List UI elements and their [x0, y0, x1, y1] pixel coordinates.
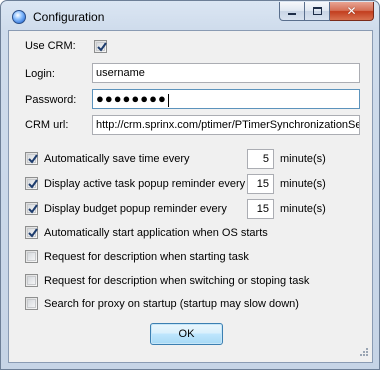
- password-field[interactable]: ●●●●●●●●: [92, 89, 360, 109]
- resize-grip-icon[interactable]: [357, 347, 369, 359]
- active-task-reminder-checkbox[interactable]: [25, 177, 38, 190]
- proxy-search-checkbox[interactable]: [25, 297, 38, 310]
- text-caret: [167, 93, 169, 107]
- minimize-button[interactable]: [279, 2, 305, 21]
- close-icon: ✕: [346, 4, 357, 18]
- maximize-button[interactable]: [305, 2, 330, 21]
- check-icon: [28, 204, 38, 214]
- check-icon: [28, 179, 38, 189]
- auto-save-unit-label: minute(s): [280, 153, 326, 165]
- check-icon: [97, 42, 107, 52]
- auto-save-checkbox[interactable]: [25, 152, 38, 165]
- crm-url-field[interactable]: http://crm.sprinx.com/ptimer/PTimerSynch…: [92, 115, 360, 135]
- description-on-start-checkbox[interactable]: [25, 250, 38, 263]
- auto-start-label: Automatically start application when OS …: [44, 227, 268, 239]
- minimize-icon: [288, 13, 296, 15]
- check-icon: [28, 228, 38, 238]
- maximize-icon: [312, 7, 322, 15]
- crm-url-label: CRM url:: [25, 119, 69, 131]
- close-button[interactable]: ✕: [330, 2, 374, 21]
- title-bar[interactable]: Configuration ✕: [1, 1, 379, 31]
- active-task-reminder-label: Display active task popup reminder every: [44, 178, 246, 190]
- budget-reminder-label: Display budget popup reminder every: [44, 203, 227, 215]
- globe-icon: [12, 10, 26, 24]
- check-icon: [28, 154, 38, 164]
- auto-save-minutes-input[interactable]: 5: [247, 149, 274, 169]
- description-on-switch-checkbox[interactable]: [25, 274, 38, 287]
- auto-save-label: Automatically save time every: [44, 153, 190, 165]
- window-title: Configuration: [33, 10, 105, 24]
- password-label: Password:: [25, 94, 77, 106]
- budget-minutes-input[interactable]: 15: [247, 199, 274, 219]
- budget-unit-label: minute(s): [280, 203, 326, 215]
- proxy-search-label: Search for proxy on startup (startup may…: [44, 298, 299, 310]
- use-crm-label: Use CRM:: [25, 40, 76, 52]
- auto-start-checkbox[interactable]: [25, 226, 38, 239]
- login-field[interactable]: username: [92, 63, 360, 83]
- ok-button[interactable]: OK: [150, 323, 223, 345]
- dialog-client-area: Use CRM: Login: username Password: ●●●●●…: [8, 30, 373, 363]
- active-task-unit-label: minute(s): [280, 178, 326, 190]
- active-task-minutes-input[interactable]: 15: [247, 174, 274, 194]
- description-on-switch-label: Request for description when switching o…: [44, 275, 310, 287]
- use-crm-checkbox[interactable]: [94, 40, 107, 53]
- description-on-start-label: Request for description when starting ta…: [44, 251, 249, 263]
- budget-reminder-checkbox[interactable]: [25, 202, 38, 215]
- configuration-window: Configuration ✕ Use CRM: Login: username…: [0, 0, 380, 370]
- password-value: ●●●●●●●●: [96, 91, 167, 106]
- caption-buttons: ✕: [279, 2, 374, 21]
- login-label: Login:: [25, 68, 55, 80]
